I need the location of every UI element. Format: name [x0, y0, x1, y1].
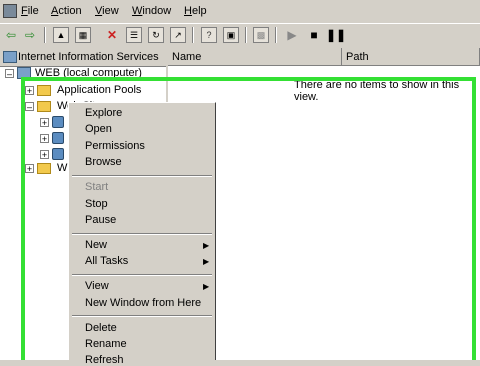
expand-icon[interactable]: + [40, 134, 49, 144]
play-icon[interactable]: ▶ [284, 27, 300, 43]
menu-item-view[interactable]: View [85, 280, 109, 292]
toolbar-separator [192, 27, 194, 43]
menu-item-explore[interactable]: Explore [85, 107, 122, 119]
menu-item-new-window[interactable]: New Window from Here [85, 297, 201, 309]
submenu-arrow-icon: ▶ [203, 257, 210, 266]
menu-bar: File Action View Window Help [0, 0, 480, 22]
expand-icon[interactable]: + [25, 164, 34, 174]
show-hide-tree-icon[interactable]: ▦ [75, 27, 91, 43]
help-icon[interactable]: ? [201, 27, 217, 43]
website-icon [52, 148, 64, 160]
website-icon [52, 116, 64, 128]
iis-icon [3, 51, 17, 63]
menu-separator [72, 274, 212, 276]
back-arrow-icon[interactable]: ⇦ [3, 27, 19, 43]
refresh-icon[interactable]: ↻ [148, 27, 164, 43]
app-icon[interactable] [3, 4, 17, 18]
menu-item-stop[interactable]: Stop [85, 198, 108, 210]
menu-item-pause[interactable]: Pause [85, 214, 116, 226]
menu-view[interactable]: View [95, 5, 119, 17]
menu-item-all-tasks[interactable]: All Tasks [85, 255, 128, 267]
menu-item-start: Start [85, 181, 109, 193]
menu-file[interactable]: File [21, 5, 39, 17]
menu-item-permissions[interactable]: Permissions [85, 140, 145, 152]
menu-item-open[interactable]: Open [85, 123, 112, 135]
toolbar-separator [245, 27, 247, 43]
menu-separator [72, 175, 212, 177]
delete-icon[interactable]: ✕ [104, 27, 120, 43]
website-icon [52, 132, 64, 144]
collapse-icon[interactable]: – [5, 69, 14, 79]
collapse-icon[interactable]: – [25, 102, 34, 112]
console-icon[interactable]: ▣ [223, 27, 239, 43]
menu-item-delete[interactable]: Delete [85, 322, 117, 334]
menu-action[interactable]: Action [51, 5, 82, 17]
export-list-icon[interactable]: ↗ [170, 27, 186, 43]
pause-icon[interactable]: ❚❚ [326, 27, 346, 43]
menu-item-new[interactable]: New [85, 239, 107, 251]
menu-item-browse[interactable]: Browse [85, 156, 122, 168]
up-folder-icon[interactable]: ▲ [53, 27, 69, 43]
submenu-arrow-icon: ▶ [203, 282, 210, 291]
toolbar-separator [275, 27, 277, 43]
folder-icon [37, 85, 51, 96]
folder-icon [37, 163, 51, 174]
toolbar-separator [44, 27, 46, 43]
forward-arrow-icon[interactable]: ⇨ [22, 27, 38, 43]
menu-item-refresh[interactable]: Refresh [85, 354, 124, 366]
computer-icon[interactable]: ▩ [253, 27, 269, 43]
menu-separator [72, 315, 212, 317]
menu-help[interactable]: Help [184, 5, 207, 17]
properties-icon[interactable]: ☰ [126, 27, 142, 43]
context-menu: Explore Open Permissions Browse Start St… [68, 102, 216, 366]
column-header-name[interactable]: Name [168, 48, 342, 66]
expand-icon[interactable]: + [25, 86, 34, 96]
expand-icon[interactable]: + [40, 150, 49, 160]
submenu-arrow-icon: ▶ [203, 241, 210, 250]
expand-icon[interactable]: + [40, 118, 49, 128]
stop-icon[interactable]: ■ [306, 27, 322, 43]
menu-separator [72, 233, 212, 235]
menu-item-rename[interactable]: Rename [85, 338, 127, 350]
tree-header: Internet Information Services [0, 48, 166, 67]
column-header-path[interactable]: Path [342, 48, 480, 66]
menu-window[interactable]: Window [132, 5, 171, 17]
folder-icon [37, 101, 51, 112]
toolbar: ⇦ ⇨ ▲ ▦ ✕ ☰ ↻ ↗ ? ▣ ▩ ▶ ■ ❚❚ [0, 23, 480, 46]
